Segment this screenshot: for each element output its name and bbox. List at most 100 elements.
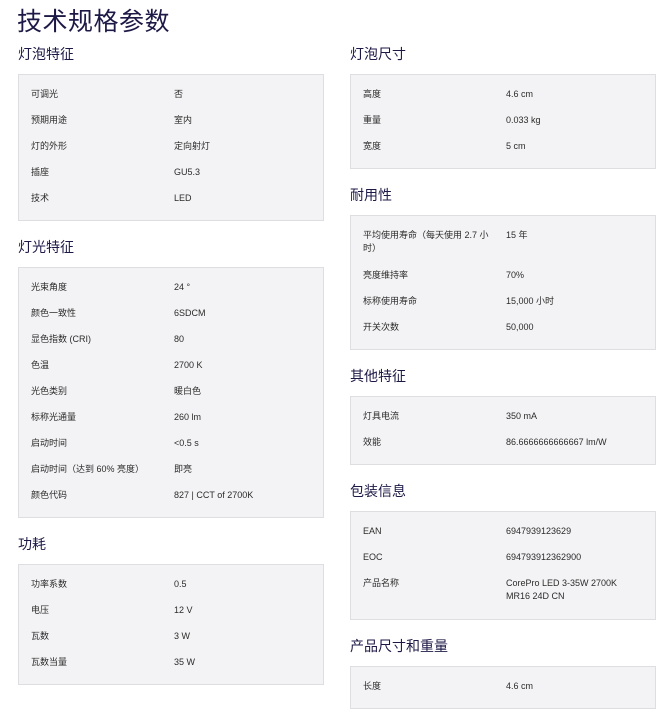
spec-value: 24 °: [174, 282, 191, 292]
spec-row: 开关次数 50,000: [363, 317, 643, 343]
spec-value: 50,000: [506, 322, 534, 332]
spec-row: 产品名称 CorePro LED 3-35W 2700K MR16 24D CN: [363, 573, 643, 613]
spec-key: 效能: [363, 437, 382, 447]
spec-value: 3 W: [174, 631, 191, 641]
spec-key: 预期用途: [31, 115, 68, 125]
spec-value: 827 | CCT of 2700K: [174, 490, 254, 500]
spec-table: 灯具电流 350 mA 效能 86.6666666666667 lm/W: [350, 396, 656, 465]
spec-value: 86.6666666666667 lm/W: [506, 437, 607, 447]
spec-row: 标称使用寿命 15,000 小时: [363, 291, 643, 317]
spec-value: 15,000 小时: [506, 296, 555, 306]
spec-row: 高度 4.6 cm: [363, 84, 643, 110]
spec-section-packaging: 包装信息 EAN 6947939123629 EOC 694793912362900…: [350, 481, 656, 620]
spec-key: 产品名称: [363, 578, 400, 588]
spec-value: 6SDCM: [174, 308, 206, 318]
spec-key: 启动时间: [31, 438, 68, 448]
right-column: 灯泡尺寸 高度 4.6 cm 重量 0.033 kg 宽度 5 cm 耐用性 平均使用…: [350, 44, 656, 725]
spec-section-light-features: 灯光特征 光束角度 24 ° 颜色一致性 6SDCM 显色指数 (CRI) 80 色温…: [18, 237, 324, 518]
spec-section-durability: 耐用性 平均使用寿命（每天使用 2.7 小时） 15 年 亮度维持率 70% 标称使…: [350, 185, 656, 350]
spec-row: 光束角度 24 °: [31, 277, 311, 303]
spec-key: 宽度: [363, 141, 382, 151]
spec-table: 光束角度 24 ° 颜色一致性 6SDCM 显色指数 (CRI) 80 色温 2700 …: [18, 267, 324, 518]
spec-value: 室内: [174, 115, 193, 125]
spec-row: 启动时间 <0.5 s: [31, 433, 311, 459]
spec-value: LED: [174, 193, 192, 203]
spec-key: 光色类别: [31, 386, 68, 396]
spec-table: 可调光 否 预期用途 室内 灯的外形 定向射灯 插座 GU5.3 技术 LED: [18, 74, 324, 221]
spec-key: 瓦数: [31, 631, 50, 641]
spec-value: 35 W: [174, 657, 196, 667]
spec-key: 标称光通量: [31, 412, 77, 422]
spec-table: 平均使用寿命（每天使用 2.7 小时） 15 年 亮度维持率 70% 标称使用寿命 1…: [350, 215, 656, 350]
spec-key: 瓦数当量: [31, 657, 68, 667]
section-title: 耐用性: [350, 187, 392, 203]
spec-row: 技术 LED: [31, 188, 311, 214]
spec-key: 灯具电流: [363, 411, 400, 421]
spec-row: 可调光 否: [31, 84, 311, 110]
spec-row: 亮度维持率 70%: [363, 265, 643, 291]
spec-value: 定向射灯: [174, 141, 211, 151]
section-title: 功耗: [18, 536, 46, 552]
spec-key: 平均使用寿命（每天使用 2.7 小时）: [363, 230, 489, 253]
spec-key: 标称使用寿命: [363, 296, 418, 306]
spec-value: 694793912362900: [506, 552, 582, 562]
spec-key: 灯的外形: [31, 141, 68, 151]
spec-key: 光束角度: [31, 282, 68, 292]
spec-section-bulb-dimensions: 灯泡尺寸 高度 4.6 cm 重量 0.033 kg 宽度 5 cm: [350, 44, 656, 169]
spec-key: 可调光: [31, 89, 59, 99]
spec-key: EOC: [363, 552, 383, 562]
spec-value: 4.6 cm: [506, 89, 534, 99]
spec-value: 15 年: [506, 230, 528, 240]
spec-value: 即亮: [174, 464, 193, 474]
spec-table: 功率系数 0.5 电压 12 V 瓦数 3 W 瓦数当量 35 W: [18, 564, 324, 685]
section-title: 包装信息: [350, 483, 406, 499]
spec-row: 重量 0.033 kg: [363, 110, 643, 136]
spec-row: 瓦数 3 W: [31, 626, 311, 652]
spec-row: 宽度 5 cm: [363, 136, 643, 162]
spec-value: CorePro LED 3-35W 2700K MR16 24D CN: [506, 578, 618, 601]
spec-key: 开关次数: [363, 322, 400, 332]
spec-row: 功率系数 0.5: [31, 574, 311, 600]
spec-value: 2700 K: [174, 360, 203, 370]
section-title: 其他特征: [350, 368, 406, 384]
spec-value: 70%: [506, 270, 525, 280]
spec-section-bulb-features: 灯泡特征 可调光 否 预期用途 室内 灯的外形 定向射灯 插座 GU5.3 技术 LED: [18, 44, 324, 221]
spec-table: EAN 6947939123629 EOC 694793912362900 产品名称…: [350, 511, 656, 620]
spec-value: <0.5 s: [174, 438, 199, 448]
spec-key: 色温: [31, 360, 50, 370]
spec-row: 标称光通量 260 lm: [31, 407, 311, 433]
spec-key: 启动时间（达到 60% 亮度）: [31, 464, 145, 474]
spec-row: EAN 6947939123629: [363, 521, 643, 547]
spec-value: 80: [174, 334, 185, 344]
spec-section-other-features: 其他特征 灯具电流 350 mA 效能 86.6666666666667 lm/W: [350, 366, 656, 465]
spec-row: 颜色一致性 6SDCM: [31, 303, 311, 329]
spec-row: 颜色代码 827 | CCT of 2700K: [31, 485, 311, 511]
spec-row: 显色指数 (CRI) 80: [31, 329, 311, 355]
spec-key: 功率系数: [31, 579, 68, 589]
spec-key: 亮度维持率: [363, 270, 409, 280]
spec-value: 5 cm: [506, 141, 526, 151]
spec-value: 0.5: [174, 579, 187, 589]
spec-row: 插座 GU5.3: [31, 162, 311, 188]
spec-section-power: 功耗 功率系数 0.5 电压 12 V 瓦数 3 W 瓦数当量 35 W: [18, 534, 324, 685]
section-title: 灯泡特征: [18, 46, 74, 62]
spec-row: 灯的外形 定向射灯: [31, 136, 311, 162]
spec-key: EAN: [363, 526, 382, 536]
spec-value: 350 mA: [506, 411, 538, 421]
spec-value: 12 V: [174, 605, 193, 615]
section-title: 灯泡尺寸: [350, 46, 406, 62]
spec-key: 技术: [31, 193, 50, 203]
spec-value: GU5.3: [174, 167, 201, 177]
spec-key: 颜色一致性: [31, 308, 77, 318]
spec-row: 瓦数当量 35 W: [31, 652, 311, 678]
spec-value: 6947939123629: [506, 526, 572, 536]
spec-key: 重量: [363, 115, 382, 125]
spec-key: 颜色代码: [31, 490, 68, 500]
spec-value: 260 lm: [174, 412, 202, 422]
spec-key: 高度: [363, 89, 382, 99]
spec-row: 电压 12 V: [31, 600, 311, 626]
spec-table: 高度 4.6 cm 重量 0.033 kg 宽度 5 cm: [350, 74, 656, 169]
spec-table: 长度 4.6 cm: [350, 666, 656, 709]
spec-value: 否: [174, 89, 184, 99]
page-title: 技术规格参数: [17, 8, 171, 36]
